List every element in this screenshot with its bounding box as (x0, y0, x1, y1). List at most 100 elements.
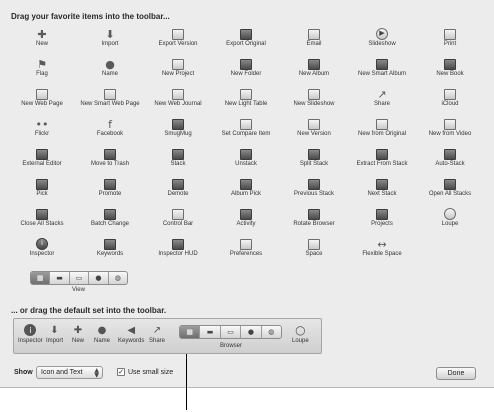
toolbar-item[interactable]: Set Compare Item (213, 118, 279, 140)
toolbar-item-label: Name (101, 71, 118, 77)
small-size-checkbox[interactable]: ✓ (117, 368, 125, 376)
toolbar-item[interactable]: New Album (281, 58, 347, 80)
toolbar-item[interactable]: Close All Stacks (9, 208, 75, 230)
toolbar-item[interactable]: New Book (417, 58, 483, 80)
toolbar-item[interactable]: f Facebook (77, 118, 143, 140)
toolbar-item[interactable]: Batch Change (77, 208, 143, 230)
toolbar-item[interactable]: Export Version (145, 28, 211, 50)
browser-segmented-control[interactable]: ▦ ▬ ▭ ● ◍ (179, 325, 282, 339)
toolbar-item[interactable]: ⬇ Import (77, 28, 143, 50)
small-size-label: Use small size (128, 369, 174, 376)
toolbar-item[interactable]: Inspector HUD (145, 238, 211, 260)
toolbar-item[interactable]: Email (281, 28, 347, 50)
toolbar-item[interactable]: New Project (145, 58, 211, 80)
toolbar-item[interactable]: Keywords (77, 238, 143, 260)
toolbar-item-label: Export Version (158, 41, 198, 47)
toolbar-item[interactable]: New Web Journal (145, 88, 211, 110)
toolbar-item[interactable]: Rotate Browser (281, 208, 347, 230)
toolbar-item-label: New Project (161, 71, 195, 77)
toolbar-item[interactable]: ✚ New (9, 28, 75, 50)
filmstrip-view-icon[interactable]: ▬ (200, 326, 221, 338)
default-item[interactable]: ● Name (94, 324, 110, 345)
faces-view-icon[interactable]: ● (241, 326, 262, 338)
faces-view-icon[interactable]: ● (89, 272, 109, 284)
toolbar-item[interactable]: ● Name (77, 58, 143, 80)
keywords-tag-icon: ◀ (127, 324, 136, 336)
toolbar-item[interactable]: New from Original (349, 118, 415, 140)
toolbar-item[interactable]: Space (281, 238, 347, 260)
toolbar-item-label: SmugMug (164, 131, 192, 137)
places-view-icon[interactable]: ◍ (262, 326, 281, 338)
toolbar-item[interactable]: New Slideshow (281, 88, 347, 110)
toolbar-item[interactable]: Next Stack (349, 178, 415, 200)
toolbar-item[interactable]: Loupe (417, 208, 483, 230)
toolbar-item[interactable]: Promote (77, 178, 143, 200)
toolbar-item[interactable]: New Smart Web Page (77, 88, 143, 110)
toolbar-item[interactable]: Open All Stacks (417, 178, 483, 200)
toolbar-item[interactable]: Album Pick (213, 178, 279, 200)
default-item[interactable]: ⬇ Import (46, 324, 63, 345)
toolbar-item-label: New Light Table (224, 101, 268, 107)
toolbar-item[interactable]: Preferences (213, 238, 279, 260)
toolbar-item[interactable]: New Light Table (213, 88, 279, 110)
split-stack-icon (307, 148, 321, 160)
toolbar-item[interactable]: ↗ Share (349, 88, 415, 110)
unstack-icon (239, 148, 253, 160)
toolbar-item-label: Keywords (96, 251, 124, 257)
toolbar-item[interactable]: Demote (145, 178, 211, 200)
filmstrip-view-icon[interactable]: ▬ (50, 272, 70, 284)
toolbar-item[interactable]: New Folder (213, 58, 279, 80)
new-smart-web-page-icon (103, 88, 117, 100)
toolbar-item[interactable]: Print (417, 28, 483, 50)
space-box-icon (307, 238, 321, 250)
done-button[interactable]: Done (436, 367, 476, 380)
flexible-space-icon: ↔ (377, 237, 387, 251)
default-item[interactable]: i Inspector (18, 324, 43, 344)
default-item[interactable]: ✚ New (72, 324, 84, 345)
new-album-icon (307, 58, 321, 70)
toolbar-item[interactable]: SmugMug (145, 118, 211, 140)
default-item-loupe[interactable]: ○ Loupe (292, 323, 309, 344)
view-segmented-control[interactable]: ▦ ▬ ▭ ● ◍ (30, 271, 128, 285)
toolbar-item[interactable]: New Web Page (9, 88, 75, 110)
toolbar-item[interactable]: iCloud (417, 88, 483, 110)
toolbar-item[interactable]: Move to Trash (77, 148, 143, 170)
toolbar-item[interactable]: New from Video (417, 118, 483, 140)
toolbar-item[interactable]: Control Bar (145, 208, 211, 230)
toolbar-item[interactable]: Unstack (213, 148, 279, 170)
toolbar-item-label: Share (373, 101, 390, 107)
toolbar-item[interactable]: Auto-Stack (417, 148, 483, 170)
toolbar-item[interactable]: Projects (349, 208, 415, 230)
default-item[interactable]: ↗ Share (149, 324, 165, 345)
new-web-page-icon (35, 88, 49, 100)
grid-view-icon[interactable]: ▦ (180, 326, 201, 338)
places-view-icon[interactable]: ◍ (109, 272, 127, 284)
grid-view-icon[interactable]: ▦ (31, 272, 51, 284)
show-mode-select[interactable]: Icon and Text ▲ ▼ (36, 366, 103, 379)
toolbar-item[interactable]: Extract From Stack (349, 148, 415, 170)
toolbar-item-label: New Web Page (21, 101, 63, 107)
toolbar-item[interactable]: Stack (145, 148, 211, 170)
toolbar-item[interactable]: Split Stack (281, 148, 347, 170)
toolbar-item[interactable]: ↔ Flexible Space (349, 238, 415, 260)
default-toolbar-set[interactable]: ▦ ▬ ▭ ● ◍ Browser ○ Loupe i Inspector ⬇ Imp… (13, 318, 322, 354)
toolbar-item[interactable]: Previous Stack (281, 178, 347, 200)
default-set-heading: ... or drag the default set into the too… (11, 306, 167, 315)
show-label: Show (14, 369, 33, 376)
toolbar-item[interactable]: ⚑ Flag (9, 58, 75, 80)
viewer-view-icon[interactable]: ▭ (70, 272, 90, 284)
toolbar-item[interactable]: New Smart Album (349, 58, 415, 80)
toolbar-item[interactable]: New Version (281, 118, 347, 140)
smugmug-icon (171, 118, 185, 130)
toolbar-item[interactable]: Pick (9, 178, 75, 200)
toolbar-item[interactable]: ▶ Slideshow (349, 28, 415, 50)
default-item[interactable]: ◀ Keywords (118, 324, 144, 345)
viewer-view-icon[interactable]: ▭ (221, 326, 242, 338)
toolbar-item[interactable]: External Editor (9, 148, 75, 170)
toolbar-item[interactable]: Export Original (213, 28, 279, 50)
toolbar-item[interactable]: i Inspector (9, 238, 75, 260)
toolbar-item-label: Inspector (29, 251, 55, 257)
toolbar-item[interactable]: •• Flickr (9, 118, 75, 140)
toolbar-item[interactable]: Activity (213, 208, 279, 230)
toolbar-item-label: Previous Stack (293, 191, 335, 197)
